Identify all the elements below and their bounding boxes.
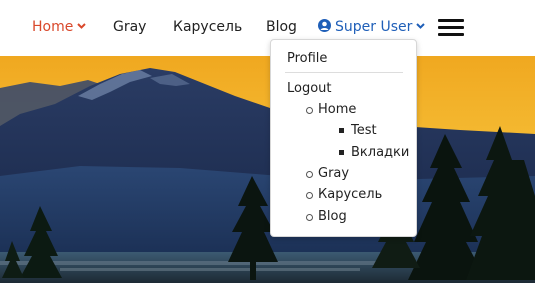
nav-item-home-label: Home — [32, 19, 74, 35]
hero-landscape-image — [0, 56, 535, 283]
submenu-item-carousel[interactable]: Карусель — [318, 187, 382, 203]
navbar: Home Gray Карусель Blog Super User — [0, 0, 535, 56]
chevron-down-icon — [416, 23, 426, 29]
hamburger-menu-icon[interactable] — [438, 18, 464, 36]
list-bullet-icon — [306, 192, 313, 199]
user-circle-icon — [318, 19, 331, 32]
page: Home Gray Карусель Blog Super User Profi… — [0, 0, 535, 283]
dropdown-item-logout[interactable]: Logout — [287, 81, 332, 97]
user-dropdown-menu: Profile Logout Home Test Вкладки Gray Ка… — [270, 39, 417, 237]
submenu-item-tabs[interactable]: Вкладки — [351, 145, 409, 161]
nav-item-carousel-label: Карусель — [173, 19, 243, 35]
nav-item-gray[interactable]: Gray — [113, 18, 146, 36]
nav-item-gray-label: Gray — [113, 19, 147, 35]
nav-item-blog-label: Blog — [266, 19, 297, 35]
nav-item-blog[interactable]: Blog — [266, 18, 297, 36]
user-menu-label: Super User — [335, 19, 413, 35]
list-bullet-icon — [306, 171, 313, 178]
dropdown-divider — [285, 72, 403, 73]
submenu-item-blog[interactable]: Blog — [318, 209, 347, 225]
submenu-item-home[interactable]: Home — [318, 102, 356, 118]
nav-item-carousel[interactable]: Карусель — [173, 18, 242, 36]
dropdown-item-profile[interactable]: Profile — [287, 51, 327, 67]
user-menu-toggle[interactable]: Super User — [318, 18, 426, 36]
chevron-down-icon — [77, 23, 87, 29]
submenu-item-gray[interactable]: Gray — [318, 166, 349, 182]
nav-item-home[interactable]: Home — [32, 18, 87, 36]
list-bullet-icon — [339, 150, 344, 155]
list-bullet-icon — [306, 214, 313, 221]
list-bullet-icon — [306, 107, 313, 114]
submenu-item-test[interactable]: Test — [351, 123, 377, 139]
list-bullet-icon — [339, 128, 344, 133]
